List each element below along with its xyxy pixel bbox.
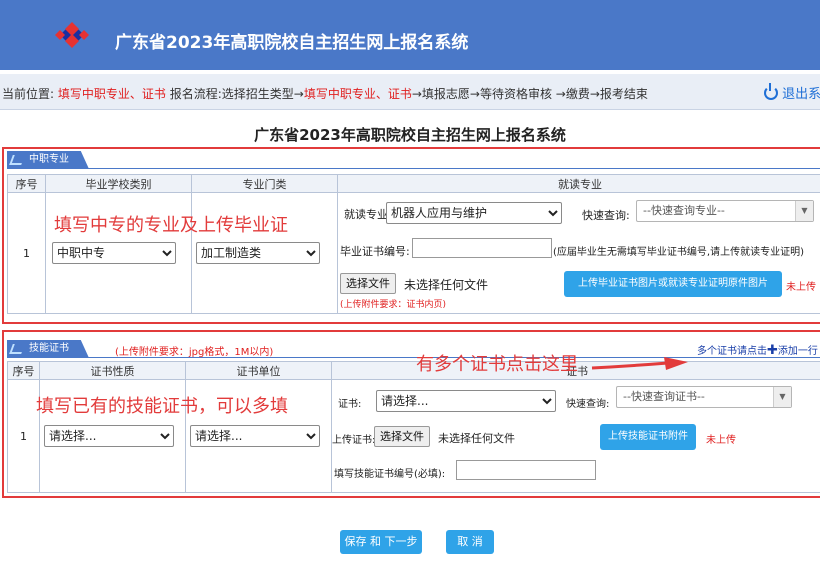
page-title: 广东省2023年高职院校自主招生网上报名系统 — [254, 126, 566, 144]
logout-label: 退出系 — [782, 87, 820, 102]
cancel-button[interactable]: 取 消 — [446, 530, 494, 554]
red-arrow-icon — [591, 357, 688, 370]
skill-cert-no-label: 填写技能证书编号(必填): — [334, 469, 446, 480]
choose-file-button[interactable]: 选择文件 — [374, 426, 430, 447]
upload-status: 未上传 — [786, 282, 816, 293]
section-major-tabbar: 中职专业 — [7, 151, 820, 169]
annotation-cert: 填写已有的技能证书，可以多填 — [36, 396, 288, 417]
cert-unit-select[interactable]: 请选择... — [190, 425, 320, 447]
upload-cert-label: 上传证书: — [332, 435, 376, 446]
breadcrumb-current: 填写中职专业、证书 — [57, 87, 166, 101]
cert-label: 证书: — [338, 399, 362, 410]
cert-select[interactable]: 请选择... — [376, 390, 556, 412]
major-table: 序号 毕业学校类别 专业门类 就读专业 1 中职中专 加工制造类 就读专业: 机… — [7, 174, 820, 314]
tab-skill-cert-label: 技能证书 — [29, 343, 69, 354]
no-file-text: 未选择任何文件 — [404, 278, 489, 292]
upload-cert-button[interactable]: 上传毕业证书图片或就读专业证明原件图片 — [564, 271, 782, 297]
major-select[interactable]: 机器人应用与维护 — [386, 202, 562, 224]
flow-current: 填写中职专业、证书 — [303, 87, 412, 101]
save-next-button[interactable]: 保存 和 下一步 — [340, 530, 422, 554]
quick-search-placeholder: --快速查询专业-- — [643, 204, 725, 217]
chevron-down-icon: ▼ — [773, 387, 791, 407]
section-skill-cert: 技能证书 (上传附件要求：jpg格式，1M以内) 多个证书请点击✚添加一行 序号… — [2, 330, 820, 498]
category-select[interactable]: 加工制造类 — [196, 242, 320, 264]
no-file-text: 未选择任何文件 — [438, 432, 515, 445]
cell-major: 就读专业: 机器人应用与维护 快速查询: --快速查询专业-- ▼ 毕业证书编号… — [337, 192, 820, 314]
tab-icon — [9, 155, 25, 165]
quick-label: 快速查询: — [566, 399, 610, 410]
quick-search-cert[interactable]: --快速查询证书-- ▼ — [616, 386, 792, 408]
plus-icon: ✚ — [767, 343, 778, 358]
cert-no-input[interactable] — [412, 238, 552, 258]
tab-skill-cert: 技能证书 — [7, 340, 89, 358]
tab-major-label: 中职专业 — [29, 154, 69, 165]
quick-label: 快速查询: — [582, 209, 630, 222]
major-label: 就读专业: — [344, 208, 392, 221]
row-index: 1 — [7, 192, 46, 314]
section-cert-tabbar: 技能证书 (上传附件要求：jpg格式，1M以内) 多个证书请点击✚添加一行 — [7, 340, 820, 358]
cert-note: (应届毕业生无需填写毕业证书编号,请上传就读专业证明) — [553, 247, 804, 258]
flow-rest: →填报志愿→等待资格审核 →缴费→报考结束 — [411, 87, 648, 101]
annotation-add-row: 有多个证书点击这里 — [416, 354, 578, 375]
breadcrumb-prefix: 当前位置: — [2, 87, 55, 101]
cert-no-label: 毕业证书编号: — [340, 245, 410, 258]
quick-search-placeholder: --快速查询证书-- — [623, 390, 705, 403]
col-nature: 证书性质 — [39, 361, 186, 380]
cert-upload-requirement: (上传附件要求：jpg格式，1M以内) — [115, 347, 274, 358]
chevron-down-icon: ▼ — [795, 201, 813, 221]
tab-icon — [9, 344, 25, 354]
col-index: 序号 — [7, 361, 40, 380]
col-unit: 证书单位 — [185, 361, 332, 380]
breadcrumb: 当前位置: 填写中职专业、证书 报名流程:选择招生类型→填写中职专业、证书→填报… — [2, 85, 648, 102]
annotation-major: 填写中专的专业及上传毕业证 — [54, 215, 288, 236]
app-header: 广东省2023年高职院校自主招生网上报名系统 — [0, 0, 820, 70]
col-index: 序号 — [7, 174, 46, 193]
cert-table: 序号 证书性质 证书单位 证书 1 请选择... 请选择... 证书: 请选择.… — [7, 361, 820, 493]
row-index: 1 — [7, 379, 40, 493]
skill-cert-no-input[interactable] — [456, 460, 596, 480]
logout-button[interactable]: 退出系 — [764, 83, 820, 102]
cert-nature-select[interactable]: 请选择... — [44, 425, 174, 447]
add-row-hint: 多个证书请点击 — [697, 346, 767, 357]
diamond-logo-icon — [55, 22, 89, 48]
upload-requirement: (上传附件要求：证书内页) — [340, 300, 447, 310]
col-major: 就读专业 — [337, 174, 820, 193]
app-title: 广东省2023年高职院校自主招生网上报名系统 — [115, 33, 469, 53]
quick-search-major[interactable]: --快速查询专业-- ▼ — [636, 200, 814, 222]
upload-status: 未上传 — [706, 435, 736, 446]
flow-label: 报名流程:选择招生类型→ — [169, 87, 304, 101]
choose-file-button[interactable]: 选择文件 — [340, 273, 396, 294]
section-major: 中职专业 序号 毕业学校类别 专业门类 就读专业 1 中职中专 加工制造类 就读… — [2, 147, 820, 324]
add-row-link[interactable]: 多个证书请点击✚添加一行 — [697, 342, 818, 358]
add-row-label: 添加一行 — [777, 346, 818, 357]
upload-skill-cert-button[interactable]: 上传技能证书附件 — [600, 424, 696, 450]
tab-major: 中职专业 — [7, 151, 89, 169]
col-category: 专业门类 — [191, 174, 338, 193]
power-icon — [764, 83, 778, 100]
school-type-select[interactable]: 中职中专 — [52, 242, 176, 264]
col-school-type: 毕业学校类别 — [45, 174, 192, 193]
cell-cert: 证书: 请选择... 快速查询: --快速查询证书-- ▼ 上传证书: 选择文件… — [331, 379, 820, 493]
breadcrumb-bar: 当前位置: 填写中职专业、证书 报名流程:选择招生类型→填写中职专业、证书→填报… — [0, 74, 820, 110]
